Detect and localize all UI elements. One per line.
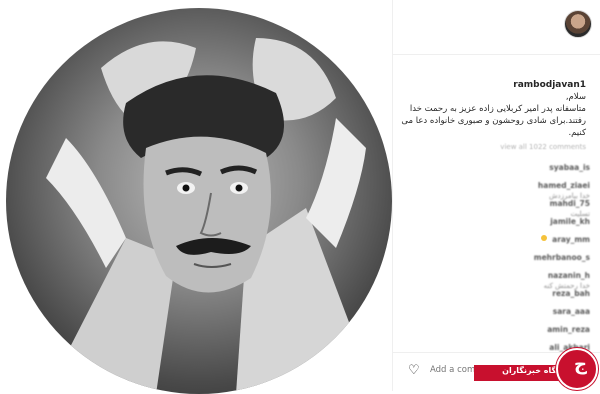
- comment-item: aray_mm: [398, 227, 590, 244]
- avatar[interactable]: [564, 10, 592, 38]
- watermark-logo: ج: [574, 354, 587, 375]
- post-sidebar: rambodjavan1 سلام, متاسفانه پدر امیر کرب…: [392, 0, 600, 391]
- comment-username[interactable]: jamile_kh: [550, 217, 590, 226]
- post-username[interactable]: rambodjavan1: [513, 80, 586, 90]
- comment-item: mahdi_75 تسلیت: [398, 191, 590, 218]
- comment-item: hamed_ziaei خدا بیامرزدش: [398, 173, 590, 200]
- comment-item: mehrbanoo_s: [398, 245, 590, 262]
- caption-line-4: کنیم.: [568, 128, 586, 138]
- watermark-badge: باشگاه خبرنگاران ج: [472, 340, 600, 391]
- comment-item: jamile_kh: [398, 209, 590, 226]
- comment-username[interactable]: nazanin_h: [548, 271, 590, 280]
- comment-item: sara_aaa: [398, 299, 590, 316]
- post-caption: rambodjavan1 سلام, متاسفانه پدر امیر کرب…: [400, 72, 586, 139]
- caption-line-2: متاسفانه پدر امیر کربلایی زاده عزیز به ر…: [409, 104, 586, 114]
- comment-username[interactable]: reza_bah: [552, 289, 590, 298]
- post-photo-panel: [0, 0, 393, 394]
- post-photo[interactable]: [6, 8, 392, 394]
- view-all-comments-link[interactable]: view all 1022 comments: [500, 143, 586, 151]
- comment-list: syabaa_is hamed_ziaei خدا بیامرزدش mahdi…: [398, 155, 590, 353]
- comment-username[interactable]: mahdi_75: [550, 199, 590, 208]
- portrait-illustration: [46, 38, 376, 394]
- comment-username[interactable]: hamed_ziaei: [538, 181, 590, 190]
- comment-username[interactable]: sara_aaa: [553, 307, 590, 316]
- comment-username[interactable]: syabaa_is: [549, 163, 590, 172]
- comment-item: reza_bah: [398, 281, 590, 298]
- comment-username[interactable]: aray_mm: [552, 235, 590, 244]
- heart-outline-icon[interactable]: ♡: [408, 363, 420, 378]
- caption-line-1: سلام,: [565, 92, 586, 102]
- comment-item: nazanin_h خدا رحمتش کنه: [398, 263, 590, 290]
- post-header: [392, 0, 600, 55]
- comment-item: syabaa_is: [398, 155, 590, 172]
- comment-username[interactable]: amin_reza: [547, 325, 590, 334]
- caption-line-3: رفتند.برای شادی روحشون و صبوری خانواده د…: [401, 116, 586, 126]
- comment-item: amin_reza: [398, 317, 590, 334]
- comment-username[interactable]: mehrbanoo_s: [534, 253, 590, 262]
- emoji-icon: [541, 234, 548, 241]
